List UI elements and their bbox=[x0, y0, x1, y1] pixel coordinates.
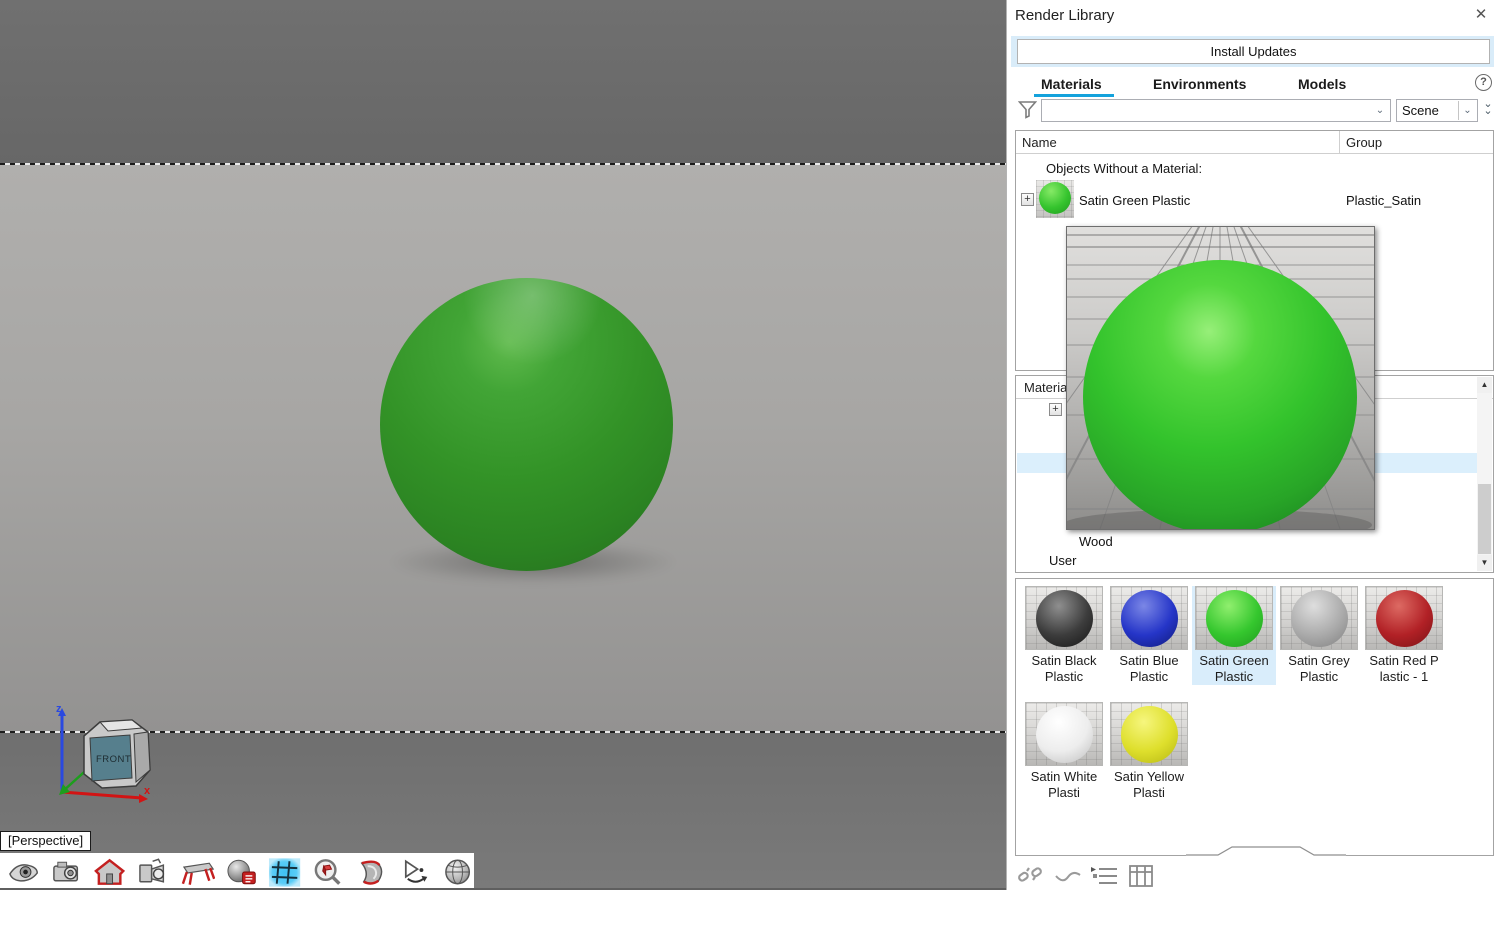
broken-link-icon[interactable] bbox=[1017, 864, 1045, 888]
column-divider[interactable] bbox=[1339, 131, 1340, 154]
axis-x-label: x bbox=[144, 785, 151, 797]
expand-plus-icon[interactable]: + bbox=[1049, 403, 1062, 416]
ground-plane-edge-top bbox=[0, 163, 1006, 165]
material-thumb-satin-black-plastic[interactable]: Satin BlackPlastic bbox=[1022, 586, 1106, 685]
material-row-thumbnail[interactable] bbox=[1036, 180, 1074, 218]
material-search-combo[interactable]: ⌄ bbox=[1041, 99, 1391, 122]
close-icon[interactable]: ✕ bbox=[1471, 5, 1491, 23]
material-thumb-satin-green-plastic[interactable]: Satin GreenPlastic bbox=[1192, 586, 1276, 685]
material-thumb-satin-blue-plastic[interactable]: Satin BluePlastic bbox=[1107, 586, 1191, 685]
scroll-down-icon[interactable]: ▼ bbox=[1477, 555, 1492, 571]
material-thumb-satin-grey-plastic[interactable]: Satin GreyPlastic bbox=[1277, 586, 1361, 685]
view-cube-gizmo[interactable]: z x FRONT bbox=[38, 698, 158, 816]
material-sphere-preview bbox=[1025, 586, 1103, 650]
expand-more-icon[interactable]: ⌄ ⌄ bbox=[1480, 99, 1496, 117]
grid-snap-icon[interactable] bbox=[268, 856, 301, 888]
tree-scrollbar[interactable]: ▲ ▼ bbox=[1477, 377, 1492, 571]
material-thumb-satin-white-plastic[interactable]: Satin WhitePlasti bbox=[1022, 702, 1106, 801]
table-icon[interactable] bbox=[1128, 864, 1154, 888]
panel-title: Render Library bbox=[1015, 7, 1114, 24]
chevron-down-icon[interactable]: ⌄ bbox=[1371, 101, 1389, 120]
green-sphere-thumb bbox=[1039, 182, 1071, 214]
column-name[interactable]: Name bbox=[1022, 135, 1057, 150]
column-group[interactable]: Group bbox=[1346, 135, 1382, 150]
material-thumb-satin-yellow-plastic[interactable]: Satin YellowPlasti bbox=[1107, 702, 1191, 801]
list-header: Name Group bbox=[1016, 131, 1493, 154]
search-input[interactable] bbox=[1044, 102, 1370, 119]
material-sphere-preview bbox=[1110, 702, 1188, 766]
tab-models[interactable]: Models bbox=[1298, 76, 1346, 92]
camera-lens-icon[interactable] bbox=[137, 857, 170, 887]
expand-plus-icon[interactable]: + bbox=[1021, 193, 1034, 206]
scrollbar-thumb[interactable] bbox=[1478, 484, 1491, 554]
material-row-group[interactable]: Plastic_Satin bbox=[1346, 193, 1421, 208]
material-sphere-preview bbox=[1365, 586, 1443, 650]
view-cube[interactable]: FRONT bbox=[84, 720, 150, 788]
viewport-perspective[interactable]: z x FRONT [Perspective] bbox=[0, 0, 1006, 890]
tab-materials[interactable]: Materials bbox=[1041, 76, 1102, 92]
material-thumb-satin-red-plastic-1[interactable]: Satin Red Plastic - 1 bbox=[1362, 586, 1446, 685]
viewport-background-top bbox=[0, 0, 1006, 163]
camera-icon[interactable] bbox=[50, 857, 83, 887]
tree-item-user[interactable]: User bbox=[1049, 553, 1076, 568]
panel-notch[interactable] bbox=[1186, 845, 1346, 857]
eye-icon[interactable] bbox=[7, 857, 40, 887]
material-thumbnails-panel: Satin BlackPlastic Satin BluePlastic Sat… bbox=[1015, 578, 1494, 856]
tree-item-wood[interactable]: Wood bbox=[1079, 534, 1113, 549]
material-sphere-preview bbox=[1025, 702, 1103, 766]
scene-dropdown[interactable]: Scene ⌄ bbox=[1396, 99, 1478, 122]
green-sphere-object[interactable] bbox=[380, 278, 673, 571]
curve-icon[interactable] bbox=[1054, 864, 1082, 888]
section-objects-without-material: Objects Without a Material: bbox=[1046, 161, 1202, 176]
surface-icon[interactable] bbox=[354, 857, 387, 887]
material-sphere-preview bbox=[1110, 586, 1188, 650]
material-row-name[interactable]: Satin Green Plastic bbox=[1079, 193, 1190, 208]
axis-z-label: z bbox=[56, 703, 62, 715]
tab-materials-underline bbox=[1034, 94, 1114, 97]
tree-header: Material bbox=[1024, 380, 1070, 395]
zoom-selected-icon[interactable] bbox=[311, 857, 344, 887]
scroll-up-icon[interactable]: ▲ bbox=[1477, 377, 1492, 393]
globe-icon[interactable] bbox=[441, 857, 474, 887]
view-cube-front-label: FRONT bbox=[96, 754, 131, 765]
material-preview-render bbox=[1067, 227, 1374, 529]
library-tools-row bbox=[1017, 864, 1154, 888]
tab-environments[interactable]: Environments bbox=[1153, 76, 1246, 92]
status-toolbar: zyx bbox=[0, 890, 1497, 931]
app-window: z x FRONT [Perspective] bbox=[0, 0, 1497, 931]
chevron-down-icon[interactable]: ⌄ bbox=[1458, 101, 1476, 120]
material-sphere-preview bbox=[1280, 586, 1358, 650]
help-icon[interactable]: ? bbox=[1475, 74, 1492, 91]
filter-funnel-icon[interactable] bbox=[1018, 100, 1037, 119]
viewport-title[interactable]: [Perspective] bbox=[0, 831, 91, 851]
install-updates-button[interactable]: Install Updates bbox=[1017, 39, 1490, 64]
home-view-icon[interactable] bbox=[93, 857, 126, 887]
viewport-toolbar bbox=[0, 853, 474, 890]
render-sphere-icon[interactable] bbox=[225, 857, 258, 887]
material-sphere-preview bbox=[1195, 586, 1273, 650]
rotate-view-icon[interactable] bbox=[398, 857, 431, 887]
material-preview-popup bbox=[1066, 226, 1375, 530]
table-cplane-icon[interactable] bbox=[180, 857, 215, 887]
layer-list-icon[interactable] bbox=[1091, 864, 1119, 888]
